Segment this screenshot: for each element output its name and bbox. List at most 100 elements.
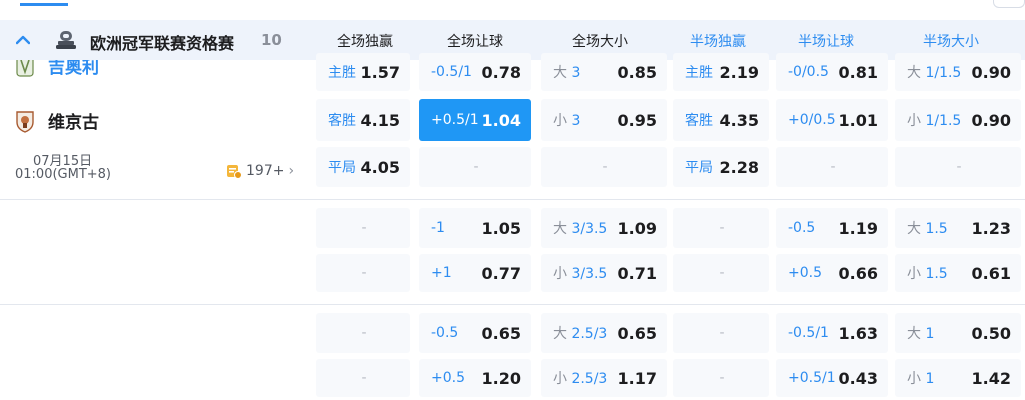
odds-label: 平局 [328,160,356,176]
odds-cell-half-handicap[interactable]: +0.5/1 0.43 [776,359,888,397]
total-side: 大 [553,221,567,237]
odds-label: 小 1.5 [907,263,948,283]
odds-value: 1.01 [838,110,878,130]
odds-cell-full-handicap[interactable]: -1 1.05 [419,208,531,248]
odds-cell-full-handicap[interactable]: +1 0.77 [419,254,531,292]
more-markets-count: 197+ [246,163,285,179]
odds-cell-half-1x2[interactable]: 平局 2.28 [673,147,769,187]
odds-label: 客胜 [328,113,356,129]
odds-cell-full-total[interactable]: 小 3 0.95 [541,99,667,141]
odds-cell-half-total[interactable]: 小 1/1.5 0.90 [895,99,1021,141]
odds-cell-full-1x2[interactable]: 平局 4.05 [316,147,410,187]
odds-label: 小 2.5/3 [553,368,607,388]
odds-cell-full-total[interactable]: 大 3 0.85 [541,53,667,91]
odds-cell-empty: - [673,254,769,292]
odds-cell-half-handicap[interactable]: -0.5 1.19 [776,208,888,248]
odds-cell-full-total[interactable]: 小 3/3.5 0.71 [541,254,667,292]
total-side: 小 [907,266,921,282]
odds-cell-full-total[interactable]: 小 2.5/3 1.17 [541,359,667,397]
odds-label: 大 3/3.5 [553,218,607,238]
top-strip [0,0,1025,20]
odds-cell-full-1x2[interactable]: 主胜 1.57 [316,53,410,91]
odds-value: 2.28 [719,157,759,177]
odds-label: -1 [431,220,445,236]
odds-cell-half-handicap[interactable]: -0.5/1 1.63 [776,313,888,353]
odds-label: 大 2.5/3 [553,323,607,343]
odds-cell-half-1x2[interactable]: 客胜 4.35 [673,99,769,141]
odds-label: 客胜 [685,113,713,129]
total-line: 3/3.5 [571,221,608,237]
odds-value: 4.05 [360,157,400,177]
odds-label: +0.5/1 [431,112,479,128]
total-line: 1 [925,326,935,342]
odds-cell-full-1x2[interactable]: 客胜 4.15 [316,99,410,141]
column-header-half-handicap: 半场让球 [798,34,854,50]
total-side: 大 [907,326,921,342]
odds-label: 大 1/1.5 [907,62,961,82]
odds-label: +0.5 [431,370,465,386]
odds-cell-full-total[interactable]: 大 2.5/3 0.65 [541,313,667,353]
odds-value: 0.77 [481,263,521,283]
total-side: 大 [907,65,921,81]
empty-dash: - [361,265,367,281]
odds-cell-half-total[interactable]: 小 1.5 0.61 [895,254,1021,292]
total-side: 大 [553,326,567,342]
home-team-crest-icon [16,60,34,77]
odds-cell-full-handicap[interactable]: -0.5/1 0.78 [419,53,531,91]
odds-cell-half-total[interactable]: 大 1/1.5 0.90 [895,53,1021,91]
odds-cell-half-handicap[interactable]: +0/0.5 1.01 [776,99,888,141]
odds-cell-empty: - [419,147,531,187]
total-line: 3/3.5 [571,266,608,282]
odds-label: +1 [431,265,452,281]
total-side: 小 [907,371,921,387]
odds-cell-half-total[interactable]: 小 1 1.42 [895,359,1021,397]
odds-value: 0.90 [971,62,1011,82]
home-team-row[interactable]: 吉奥利 [14,60,99,78]
column-header-full-total: 全场大小 [572,34,628,50]
odds-value: 4.35 [719,110,759,130]
odds-cell-empty: - [776,147,888,187]
empty-dash: - [719,265,725,281]
odds-cell-full-handicap[interactable]: -0.5 0.65 [419,313,531,353]
odds-label: 大 3 [553,62,580,82]
odds-cell-half-handicap[interactable]: +0.5 0.66 [776,254,888,292]
odds-cell-half-1x2[interactable]: 主胜 2.19 [673,53,769,91]
odds-cell-empty: - [316,254,410,292]
odds-cell-half-total[interactable]: 大 1 0.50 [895,313,1021,353]
corner-tab-button[interactable] [993,0,1025,8]
more-markets-link[interactable]: 197+ › [226,163,294,179]
odds-cell-full-handicap[interactable]: +0.5 1.20 [419,359,531,397]
odds-cell-half-handicap[interactable]: -0/0.5 0.81 [776,53,888,91]
odds-label: 大 1 [907,323,934,343]
odds-value: 0.90 [971,110,1011,130]
odds-cell-full-total[interactable]: 大 3/3.5 1.09 [541,208,667,248]
total-line: 1.5 [925,221,948,237]
column-header-full-handicap: 全场让球 [447,34,503,50]
odds-value: 0.81 [838,62,878,82]
odds-cell-full-handicap[interactable]: +0.5/1 1.04 [419,99,531,141]
odds-cell-empty: - [316,359,410,397]
total-side: 小 [553,113,567,129]
odds-value: 1.17 [617,368,657,388]
odds-label: +0/0.5 [788,112,836,128]
column-header-half-total: 半场大小 [923,34,979,50]
odds-cell-empty: - [673,208,769,248]
away-team-name: 维京古 [48,113,99,133]
odds-cell-empty: - [895,147,1021,187]
odds-value: 0.95 [617,110,657,130]
odds-value: 0.43 [838,368,878,388]
away-team-crest-icon [16,110,34,133]
column-header-half-1x2: 半场独赢 [690,34,746,50]
odds-label: 小 1/1.5 [907,110,961,130]
column-header-full-1x2: 全场独赢 [337,34,393,50]
chevron-up-icon[interactable] [14,32,32,48]
row-divider [0,199,1025,200]
away-team-row[interactable]: 维京古 [14,108,99,133]
match-time: 01:00(GMT+8) [15,167,112,182]
odds-label: 主胜 [328,65,356,81]
empty-dash: - [473,159,479,175]
odds-value: 0.66 [838,263,878,283]
league-name[interactable]: 欧洲冠军联赛资格赛 [90,30,234,54]
empty-dash: - [956,159,962,175]
odds-cell-half-total[interactable]: 大 1.5 1.23 [895,208,1021,248]
